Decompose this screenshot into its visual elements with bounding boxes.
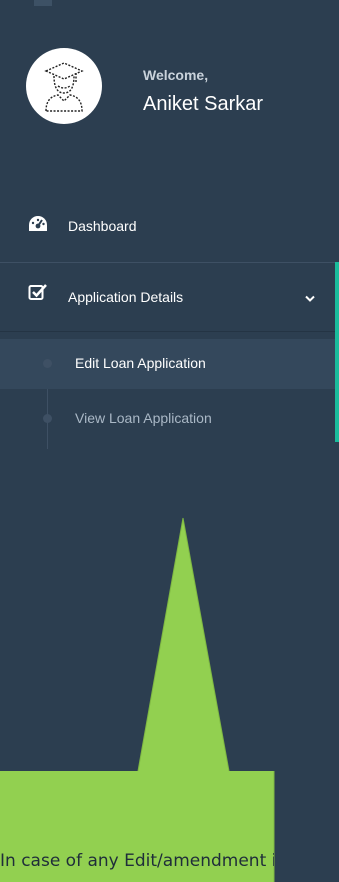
checkbox-edit-icon [28,283,48,304]
callout-text: In case of any Edit/amendment in [0,848,274,882]
nav-application-details-label: Application Details [68,289,184,305]
sidebar: Welcome, Aniket Sarkar Dashboard Applica… [0,0,339,882]
active-indicator [335,262,339,442]
top-strip [0,0,339,8]
nav-dashboard-label: Dashboard [68,218,137,234]
user-name: Aniket Sarkar [143,93,264,115]
submenu-edit-loan-application[interactable]: Edit Loan Application [0,339,335,389]
tree-dot-icon [43,414,52,423]
submenu-edit-label: Edit Loan Application [75,355,206,371]
top-strip-fragment [34,0,52,6]
submenu-view-loan-application[interactable]: View Loan Application [0,394,335,444]
nav-application-details[interactable]: Application Details [0,262,339,332]
dashboard-gauge-icon [28,215,48,236]
nav-dashboard[interactable]: Dashboard [0,205,339,245]
avatar[interactable] [26,48,102,124]
graduate-user-icon [44,62,84,112]
welcome-text: Welcome, [143,67,209,83]
submenu-view-label: View Loan Application [75,410,212,426]
chevron-down-icon[interactable] [305,290,315,306]
tree-dot-icon [43,359,52,368]
callout-text-content: In case of any Edit/amendment in [0,851,274,871]
